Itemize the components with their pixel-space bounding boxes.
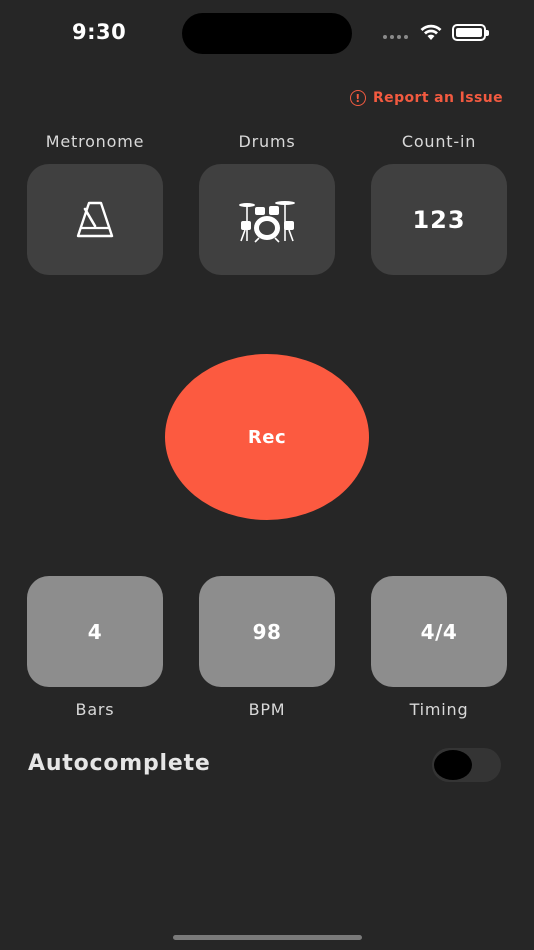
toggle-knob bbox=[434, 750, 472, 780]
timing-value: 4/4 bbox=[420, 619, 458, 644]
bpm-button[interactable]: 98 bbox=[199, 576, 335, 687]
autocomplete-toggle[interactable] bbox=[432, 748, 501, 782]
bpm-label: BPM bbox=[248, 700, 286, 719]
bpm-value: 98 bbox=[252, 619, 282, 644]
cellular-signal-icon bbox=[383, 35, 408, 39]
battery-icon bbox=[452, 24, 489, 41]
dynamic-island bbox=[182, 13, 352, 54]
report-issue-label: Report an Issue bbox=[373, 90, 504, 106]
metronome-icon bbox=[76, 201, 114, 237]
autocomplete-label: Autocomplete bbox=[28, 751, 211, 776]
timing-button[interactable]: 4/4 bbox=[371, 576, 507, 687]
wifi-icon bbox=[420, 24, 442, 40]
record-button[interactable]: Rec bbox=[165, 354, 369, 520]
metronome-label: Metronome bbox=[45, 132, 145, 151]
bars-button[interactable]: 4 bbox=[27, 576, 163, 687]
status-time: 9:30 bbox=[72, 20, 127, 44]
drum-kit-icon bbox=[239, 200, 295, 243]
record-label: Rec bbox=[247, 426, 287, 448]
bars-label: Bars bbox=[75, 700, 115, 719]
drums-button[interactable] bbox=[199, 164, 335, 275]
drums-label: Drums bbox=[238, 132, 296, 151]
count-in-label: Count-in bbox=[401, 132, 477, 151]
timing-label: Timing bbox=[409, 700, 469, 719]
count-in-value: 123 bbox=[412, 205, 466, 234]
bars-value: 4 bbox=[87, 619, 103, 644]
count-in-button[interactable]: 123 bbox=[371, 164, 507, 275]
metronome-button[interactable] bbox=[27, 164, 163, 275]
report-issue-link[interactable]: ! Report an Issue bbox=[350, 90, 503, 106]
home-indicator[interactable] bbox=[173, 935, 362, 940]
warning-circle-icon: ! bbox=[350, 90, 366, 106]
